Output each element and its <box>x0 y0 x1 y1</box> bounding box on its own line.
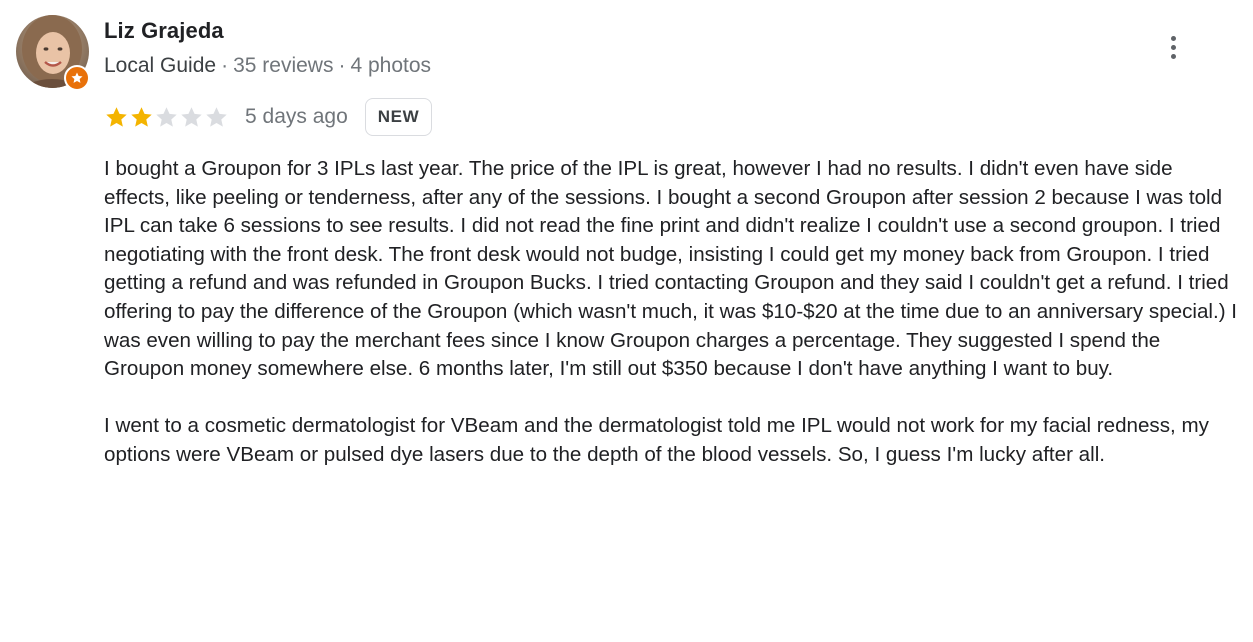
more-options-button[interactable] <box>1157 27 1189 67</box>
rating-row: 5 days ago NEW <box>104 97 433 137</box>
meta-separator: · <box>338 54 346 77</box>
review-text: I bought a Groupon for 3 IPLs last year.… <box>104 155 1244 470</box>
local-guide-badge <box>64 65 90 91</box>
new-badge: NEW <box>364 98 433 136</box>
reviewer-name[interactable]: Liz Grajeda <box>104 18 224 44</box>
review-count: 35 reviews <box>233 54 334 77</box>
more-vert-icon-dot <box>1170 53 1176 59</box>
review-paragraph: I went to a cosmetic dermatologist for V… <box>104 414 1209 466</box>
star-empty-icon <box>181 106 202 127</box>
meta-separator: · <box>221 54 229 77</box>
reviewer-avatar-link[interactable] <box>16 15 90 91</box>
reviewer-meta: Local Guide · 35 reviews · 4 photos <box>104 53 431 79</box>
star-filled-icon <box>106 106 127 127</box>
review-date: 5 days ago <box>245 105 348 128</box>
more-vert-icon <box>1170 35 1176 41</box>
star-filled-icon <box>131 106 152 127</box>
star-empty-icon <box>156 106 177 127</box>
review-card: Liz Grajeda Local Guide · 35 reviews · 4 pho… <box>0 0 1253 642</box>
local-guide-star-badge-icon <box>71 72 83 83</box>
star-rating <box>104 105 229 130</box>
star-empty-icon <box>206 106 227 127</box>
review-paragraph: I bought a Groupon for 3 IPLs last year.… <box>104 157 1238 381</box>
more-vert-icon-dot <box>1170 44 1176 50</box>
photo-count: 4 photos <box>350 54 432 77</box>
local-guide-label: Local Guide <box>104 54 217 77</box>
